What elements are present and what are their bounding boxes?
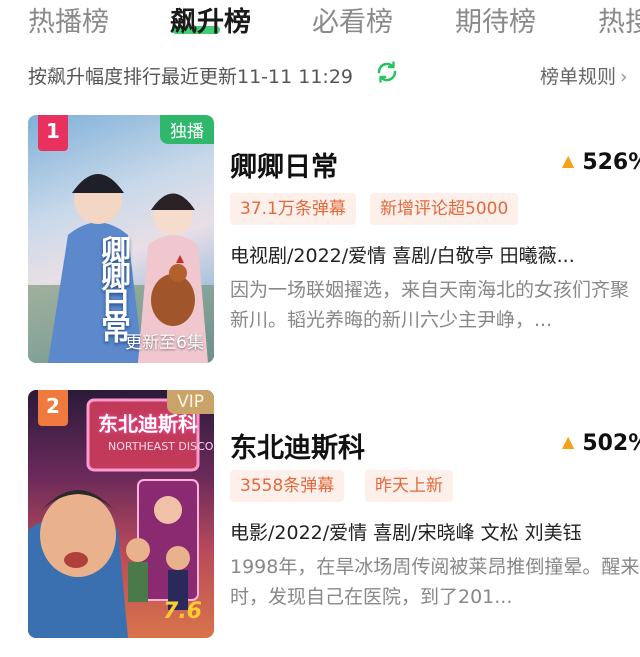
tab-rising[interactable]: 飙升榜 (170, 0, 251, 39)
tab-hot[interactable]: 热播榜 (28, 0, 109, 39)
danmaku-count-tag: 3558条弹幕 (230, 470, 345, 502)
poster-title-art: 卿卿日常 (95, 235, 130, 339)
poster-subtitle-art: NORTHEAST DISCO (108, 440, 214, 453)
exclusive-badge: 独播 (160, 115, 214, 144)
growth-rate: ▲ 526% (562, 150, 640, 175)
tab-trending-search[interactable]: 热搜 (598, 0, 640, 39)
poster-score: 7.6 (163, 599, 202, 624)
ranking-rules-label: 榜单规则 (540, 66, 617, 88)
chevron-right-icon: › (620, 66, 628, 88)
ranking-item-1[interactable]: 卿卿日常 1 独播 更新至6集 卿卿日常 ▲ 526% 37.1万条弹幕 新增评论… (0, 115, 640, 365)
tab-must-watch[interactable]: 必看榜 (312, 0, 393, 39)
tab-anticipated[interactable]: 期待榜 (455, 0, 536, 39)
comment-tag: 新增评论超5000 (370, 193, 519, 225)
item-meta: 电视剧/2022/爱情 喜剧/白敬亭 田曦薇... (230, 245, 575, 267)
poster-image[interactable]: 东北迪斯科 NORTHEAST DISCO 2 VIP 7.6 (28, 390, 214, 638)
rank-badge: 2 (38, 390, 68, 426)
ranking-update-info: 按飙升幅度排行最近更新11-11 11:29 (28, 66, 354, 88)
refresh-icon[interactable] (375, 60, 399, 84)
danmaku-count-tag: 37.1万条弹幕 (230, 193, 356, 225)
rank-badge: 1 (38, 115, 68, 151)
ranking-tabs: 热播榜 飙升榜 必看榜 期待榜 热搜 (0, 0, 640, 44)
trend-up-icon: ▲ (562, 151, 575, 170)
vip-badge: VIP (167, 390, 214, 414)
trend-up-icon: ▲ (562, 432, 575, 451)
growth-rate: ▲ 502% (562, 431, 640, 456)
item-title[interactable]: 东北迪斯科 (230, 426, 365, 465)
item-description: 因为一场联姻擢选，来自天南海北的女孩们齐聚新川。韬光养晦的新川六少主尹峥，... (230, 279, 630, 331)
ranking-item-2[interactable]: 东北迪斯科 NORTHEAST DISCO 2 VIP 7.6 东北迪斯科 ▲ 5… (0, 390, 640, 640)
item-description: 1998年，在旱冰场周传阅被莱昂推倒撞晕。醒来时，发现自己在医院，到了201..… (230, 556, 640, 608)
episode-update-label: 更新至6集 (125, 333, 204, 353)
growth-value: 502% (582, 431, 640, 456)
poster-image[interactable]: 卿卿日常 1 独播 更新至6集 (28, 115, 214, 363)
item-meta: 电影/2022/爱情 喜剧/宋晓峰 文松 刘美钰 (230, 522, 582, 544)
item-title[interactable]: 卿卿日常 (230, 145, 338, 184)
update-tag: 昨天上新 (365, 470, 453, 502)
ranking-rules-link[interactable]: 榜单规则 › (540, 62, 628, 89)
growth-value: 526% (582, 150, 640, 175)
